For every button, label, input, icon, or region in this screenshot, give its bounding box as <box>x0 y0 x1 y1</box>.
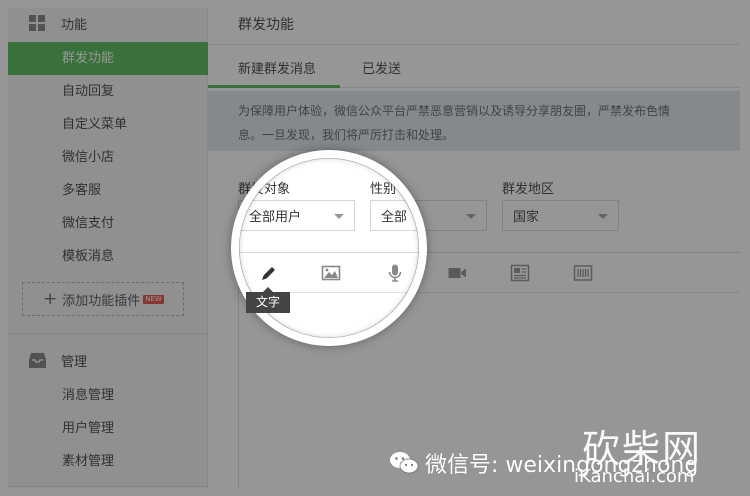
tooltip-text: 文字 <box>246 287 290 313</box>
wechat-logo-icon <box>390 452 419 474</box>
site-watermark: iKanchai.com <box>574 466 695 487</box>
magnifier-ring <box>231 150 427 346</box>
brand-watermark: 砍柴网 <box>582 427 703 471</box>
